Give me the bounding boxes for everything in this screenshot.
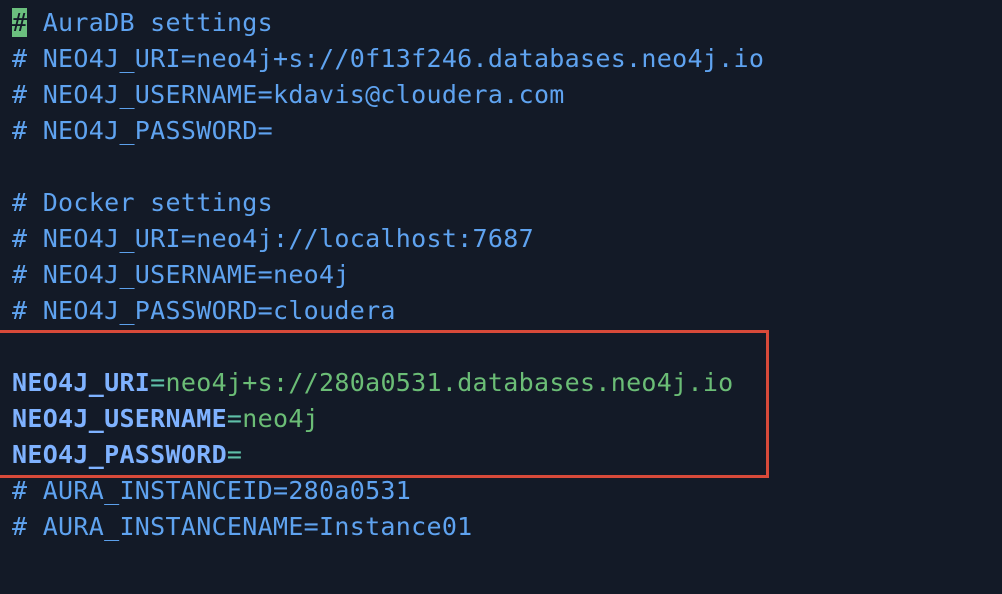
equals-sign: = <box>150 368 166 397</box>
env-file-editor[interactable]: # AuraDB settings # NEO4J_URI=neo4j+s://… <box>0 0 1002 594</box>
aura-password-line: # NEO4J_PASSWORD= <box>12 116 273 145</box>
aura-instancename-line: # AURA_INSTANCENAME=Instance01 <box>12 512 473 541</box>
aura-instanceid-line: # AURA_INSTANCEID=280a0531 <box>12 476 412 505</box>
docker-settings-header: # Docker settings <box>12 188 273 217</box>
aura-uri-line: # NEO4J_URI=neo4j+s://0f13f246.databases… <box>12 44 765 73</box>
docker-uri-line: # NEO4J_URI=neo4j://localhost:7687 <box>12 224 534 253</box>
active-password-key: NEO4J_PASSWORD <box>12 440 227 469</box>
text-cursor: # <box>12 8 28 37</box>
aura-username-line: # NEO4J_USERNAME=kdavis@cloudera.com <box>12 80 565 109</box>
docker-username-line: # NEO4J_USERNAME=neo4j <box>12 260 350 289</box>
active-uri-value: neo4j+s://280a0531.databases.neo4j.io <box>165 368 734 397</box>
active-username-line: NEO4J_USERNAME=neo4j <box>12 401 319 437</box>
active-password-line: NEO4J_PASSWORD= <box>12 437 242 473</box>
active-uri-key: NEO4J_URI <box>12 368 151 397</box>
active-uri-line: NEO4J_URI=neo4j+s://280a0531.databases.n… <box>12 365 734 401</box>
equals-sign: = <box>226 440 243 469</box>
aura-settings-header: # AuraDB settings <box>12 5 273 41</box>
equals-sign: = <box>226 404 243 433</box>
active-username-value: neo4j <box>242 404 320 433</box>
active-username-key: NEO4J_USERNAME <box>12 404 227 433</box>
aura-settings-header-text: AuraDB settings <box>27 8 273 37</box>
docker-password-line: # NEO4J_PASSWORD=cloudera <box>12 296 396 325</box>
